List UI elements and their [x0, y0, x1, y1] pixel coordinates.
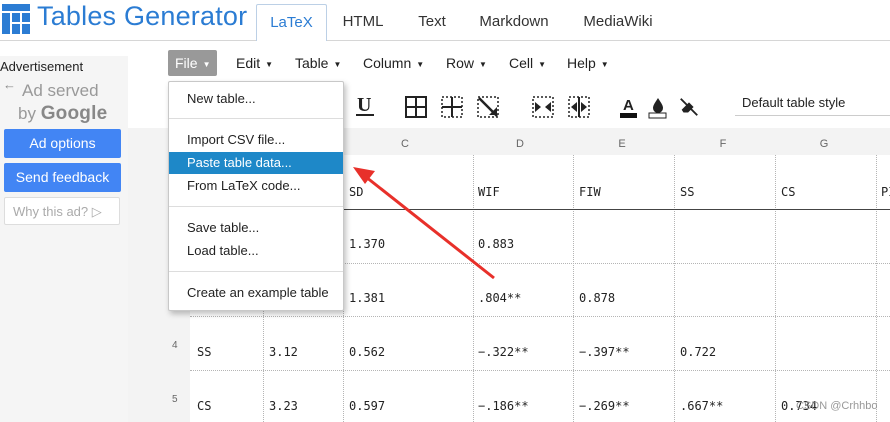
watermark: CSDN @Crhhbo — [796, 400, 878, 412]
red-annotation-arrow-icon — [353, 167, 495, 280]
